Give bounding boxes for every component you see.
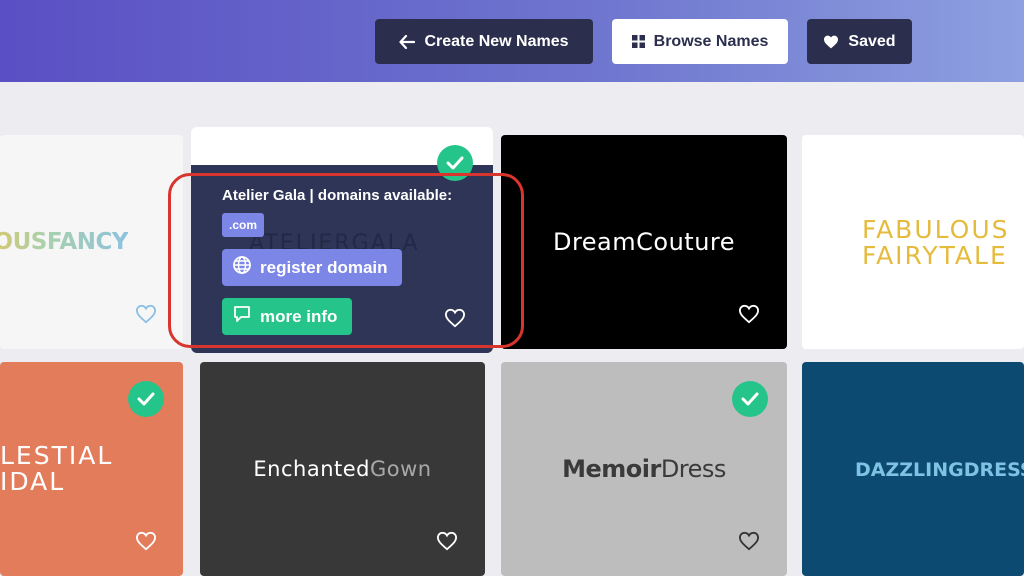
create-new-names-button[interactable]: Create New Names [375,19,593,64]
card-logo-line2: IDAL [0,467,66,496]
heart-icon [823,35,839,49]
domains-available-title: Atelier Gala | domains available: [222,187,453,204]
tld-badge-com[interactable]: .com [222,213,265,237]
name-card-dazzlingdress[interactable]: DAZZLINGDRESS [802,362,1024,576]
browse-names-button[interactable]: Browse Names [612,19,788,64]
heart-outline-icon[interactable] [444,308,466,328]
card-hover-overlay: ATELIERGALA Atelier Gala | domains avail… [191,165,493,353]
card-logo: FABULOUS FAIRYTALE [862,217,1010,269]
card-logo-part1: Enchanted [253,457,370,481]
create-new-names-label: Create New Names [424,32,569,50]
name-card-dreamcouture[interactable]: DreamCouture [501,135,787,349]
check-icon [437,145,473,181]
name-card-fabulousfancy[interactable]: ULOUSFANCY [0,135,183,349]
card-logo: LESTIAL IDAL [0,443,113,495]
heart-outline-icon[interactable] [738,531,760,551]
register-domain-label: register domain [260,257,388,277]
heart-outline-icon[interactable] [436,531,458,551]
name-card-ateliergala[interactable]: ATELIERGALA Atelier Gala | domains avail… [191,127,493,353]
saved-button[interactable]: Saved [807,19,912,64]
card-logo-part1: Memoir [562,455,661,483]
card-logo-part2: Dress [660,455,727,483]
saved-label: Saved [848,32,896,50]
register-domain-button[interactable]: register domain [222,249,402,286]
name-card-celestialbridal[interactable]: LESTIAL IDAL [0,362,183,576]
more-info-label: more info [260,306,338,326]
name-card-fabulousfairytale[interactable]: FABULOUS FAIRYTALE [802,135,1024,349]
card-logo-line2: FAIRYTALE [862,241,1008,270]
card-logo: ULOUSFANCY [0,229,128,255]
browse-names-label: Browse Names [653,32,769,50]
name-card-memoirdress[interactable]: MemoirDress [501,362,787,576]
card-logo-line1: FABULOUS [862,215,1010,244]
top-header: Create New Names Browse Names Saved [0,0,1024,82]
check-icon [732,381,768,417]
chat-icon [232,304,252,329]
heart-outline-icon[interactable] [738,304,760,324]
card-logo: MemoirDress [562,455,726,483]
grid-icon [631,35,645,48]
name-card-enchantedgown[interactable]: EnchantedGown [200,362,485,576]
globe-icon [232,255,252,280]
more-info-button[interactable]: more info [222,298,352,335]
arrow-left-icon [399,34,416,49]
card-logo: DreamCouture [552,228,736,256]
card-logo: DAZZLINGDRESS [855,459,1024,481]
heart-outline-icon[interactable] [135,304,157,324]
card-logo-line1: LESTIAL [0,441,114,470]
card-logo: EnchantedGown [253,457,431,481]
check-icon [128,381,164,417]
heart-outline-icon[interactable] [135,531,157,551]
card-logo-part2: Gown [370,457,432,481]
